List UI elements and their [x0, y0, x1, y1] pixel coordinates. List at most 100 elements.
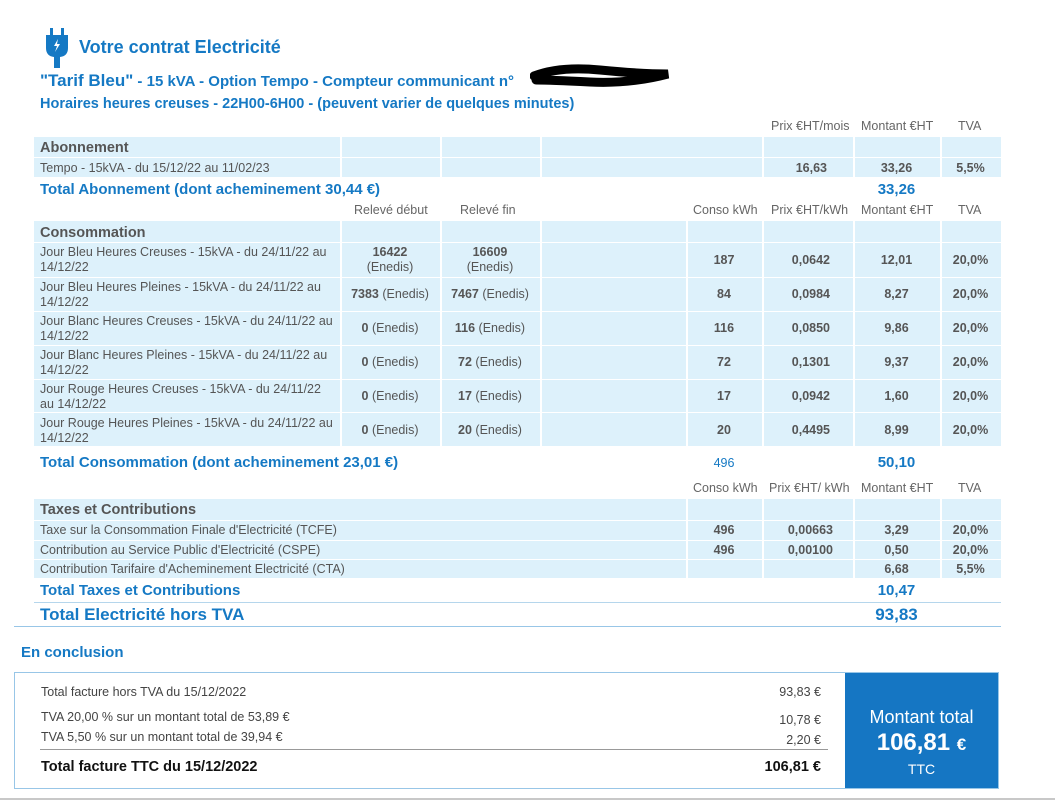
conso-row-prix: 0,0984: [791, 287, 830, 301]
conso-row-fin: 20 (Enedis): [458, 423, 522, 437]
conso-row-montant: 1,60: [884, 389, 909, 403]
abonnement-row-montant: 33,26: [880, 161, 913, 175]
total-electricite-value: 93,83: [875, 605, 918, 624]
tax-row-prix: 0,00100: [787, 543, 833, 557]
tax-row-label: Contribution au Service Public d'Electri…: [40, 543, 321, 557]
total-amount-panel: Montant total 106,81 € TTC: [845, 673, 998, 788]
total-taxes-label: Total Taxes et Contributions: [40, 582, 241, 599]
redaction-scribble: [530, 64, 670, 87]
col-header-prix-mois: Prix €HT/mois: [771, 119, 850, 133]
conso-row-fin: 17 (Enedis): [458, 389, 522, 403]
summary-line-value: 2,20 €: [786, 733, 821, 747]
tax-row-tva: 20,0%: [952, 543, 989, 557]
conso-row-label: Jour Blanc Heures Pleines - 15kVA - du 2…: [40, 348, 328, 377]
col-header-montant: Montant €HT: [861, 119, 934, 133]
conso-row-kwh: 84: [717, 287, 731, 301]
total-electricite-label: Total Electricité hors TVA: [40, 605, 245, 624]
total-taxes-value: 10,47: [877, 582, 916, 599]
plug-icon: [46, 28, 68, 68]
section-consommation: Consommation: [40, 225, 146, 241]
col-header-prix-taxes: Prix €HT/ kWh: [769, 481, 850, 495]
summary-line-label: Total facture hors TVA du 15/12/2022: [41, 685, 247, 699]
conso-row-fin: 7467 (Enedis): [451, 287, 529, 301]
total-ttc-value: 106,81 €: [764, 759, 821, 775]
col-header-tva: TVA: [958, 119, 982, 133]
conso-row-debut: 0 (Enedis): [361, 321, 419, 335]
off-peak-hours: Horaires heures creuses - 22H00-6H00 - (…: [40, 96, 575, 112]
conso-row-debut: 0 (Enedis): [361, 355, 419, 369]
conso-row-prix: 0,0642: [791, 253, 830, 267]
conso-row-montant: 12,01: [880, 253, 913, 267]
conso-row-tva: 20,0%: [952, 321, 989, 335]
conso-row-fin: 16609 (Enedis): [466, 245, 514, 274]
conso-row-label: Jour Rouge Heures Creuses - 15kVA - du 2…: [40, 382, 321, 411]
conso-row-tva: 20,0%: [952, 253, 989, 267]
summary-line-label: TVA 20,00 % sur un montant total de 53,8…: [41, 710, 290, 724]
conso-row-prix: 0,4495: [791, 423, 830, 437]
total-consommation-kwh: 496: [713, 456, 735, 470]
tax-row-label: Contribution Tarifaire d'Acheminement El…: [40, 562, 345, 576]
abonnement-row-prix: 16,63: [795, 161, 827, 175]
col-header-tva-conso: TVA: [958, 203, 982, 217]
total-amount-value: 106,81 €: [876, 729, 967, 756]
section-taxes: Taxes et Contributions: [40, 502, 197, 518]
abonnement-row-tva: 5,5%: [956, 161, 985, 175]
col-header-conso: Conso kWh: [693, 203, 758, 217]
conso-row-tva: 20,0%: [952, 389, 989, 403]
total-amount-ttc: TTC: [907, 761, 936, 777]
col-header-prix-kwh: Prix €HT/kWh: [771, 203, 849, 217]
tax-row-label: Taxe sur la Consommation Finale d'Electr…: [40, 523, 337, 537]
conso-row-prix: 0,1301: [791, 355, 830, 369]
conso-row-prix: 0,0850: [791, 321, 830, 335]
conso-row-kwh: 116: [713, 321, 735, 335]
total-abonnement-label: Total Abonnement (dont acheminement 30,4…: [40, 181, 381, 198]
abonnement-row-label: Tempo - 15kVA - du 15/12/22 au 11/02/23: [40, 161, 270, 175]
conso-row-kwh: 17: [717, 389, 731, 403]
tax-row-montant: 0,50: [884, 543, 909, 557]
conso-row-tva: 20,0%: [952, 355, 989, 369]
contract-title: Votre contrat Electricité: [79, 37, 281, 57]
tax-row-tva: 5,5%: [956, 562, 985, 576]
conso-row-fin: 72 (Enedis): [458, 355, 522, 369]
conso-row-kwh: 20: [717, 423, 731, 437]
total-consommation-value: 50,10: [877, 454, 916, 471]
conclusion-title: En conclusion: [21, 644, 124, 661]
tax-row-kwh: 496: [713, 523, 735, 537]
conso-row-fin: 116 (Enedis): [454, 321, 526, 335]
col-header-montant-conso: Montant €HT: [861, 203, 934, 217]
section-abonnement: Abonnement: [40, 140, 129, 156]
col-header-releve-fin: Relevé fin: [460, 203, 516, 217]
total-ttc-label: Total facture TTC du 15/12/2022: [41, 759, 258, 775]
summary-line-value: 10,78 €: [779, 713, 821, 727]
col-header-conso-taxes: Conso kWh: [693, 481, 758, 495]
conso-row-tva: 20,0%: [952, 287, 989, 301]
tax-row-montant: 3,29: [884, 523, 909, 537]
tarif-name: "Tarif Bleu": [40, 71, 134, 90]
conso-row-kwh: 72: [717, 355, 731, 369]
conso-row-prix: 0,0942: [791, 389, 830, 403]
conso-row-label: Jour Blanc Heures Creuses - 15kVA - du 2…: [40, 314, 333, 343]
total-abonnement-value: 33,26: [877, 181, 916, 198]
conso-row-label: Jour Rouge Heures Pleines - 15kVA - du 2…: [40, 416, 333, 445]
conso-row-montant: 9,86: [884, 321, 909, 335]
conso-row-montant: 8,99: [884, 423, 909, 437]
col-header-releve-debut: Relevé début: [354, 203, 428, 217]
col-header-montant-taxes: Montant €HT: [861, 481, 934, 495]
total-amount-label: Montant total: [869, 707, 974, 727]
tax-row-kwh: 496: [713, 543, 735, 557]
col-header-tva-taxes: TVA: [958, 481, 982, 495]
tax-row-tva: 20,0%: [952, 523, 989, 537]
conso-row-debut: 7383 (Enedis): [351, 287, 429, 301]
summary-line-label: TVA 5,50 % sur un montant total de 39,94…: [41, 730, 283, 744]
tax-row-prix: 0,00663: [787, 523, 833, 537]
conso-row-label: Jour Bleu Heures Creuses - 15kVA - du 24…: [40, 245, 327, 274]
conso-row-tva: 20,0%: [952, 423, 989, 437]
conso-row-label: Jour Bleu Heures Pleines - 15kVA - du 24…: [40, 280, 321, 309]
conso-row-montant: 9,37: [884, 355, 909, 369]
summary-line-value: 93,83 €: [779, 685, 821, 699]
conso-row-debut: 0 (Enedis): [361, 423, 419, 437]
tax-row-montant: 6,68: [884, 562, 909, 576]
tarif-line: "Tarif Bleu" - 15 kVA - Option Tempo - C…: [40, 71, 514, 91]
conso-row-montant: 8,27: [884, 287, 909, 301]
tarif-detail: - 15 kVA - Option Tempo - Compteur commu…: [133, 73, 515, 90]
